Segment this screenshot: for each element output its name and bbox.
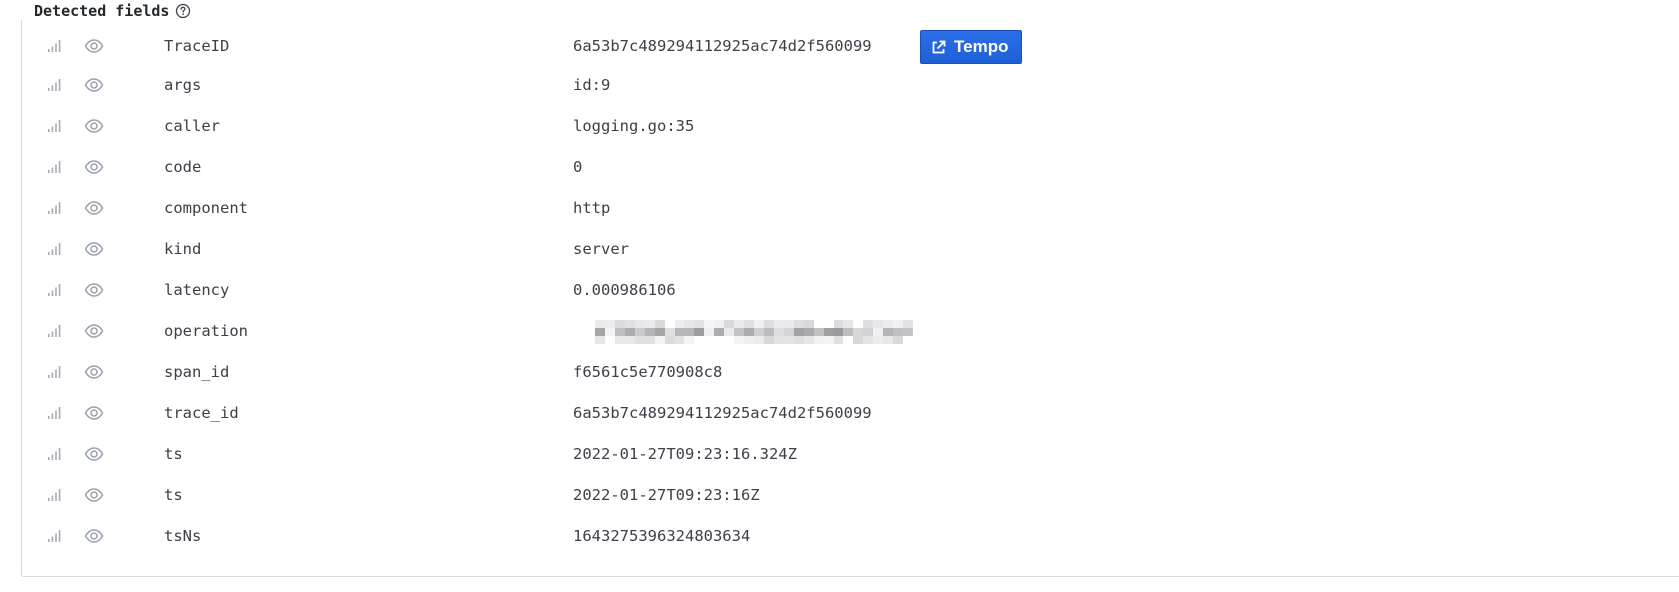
field-key: latency	[164, 281, 230, 299]
field-value: f6561c5e770908c8	[573, 363, 723, 381]
field-row: latency 0.000986106	[22, 270, 1672, 311]
field-row: ts 2022-01-27T09:23:16.324Z	[22, 434, 1672, 475]
field-row: code 0	[22, 147, 1672, 188]
eye-icon[interactable]	[84, 199, 104, 217]
eye-icon[interactable]	[84, 445, 104, 463]
field-row: ts 2022-01-27T09:23:16Z	[22, 475, 1672, 516]
field-key: code	[164, 158, 202, 176]
field-value: 6a53b7c489294112925ac74d2f560099	[573, 404, 872, 422]
eye-icon[interactable]	[84, 281, 104, 299]
redacted-value	[595, 320, 913, 344]
field-value: 1643275396324803634	[573, 527, 751, 545]
signal-bars-icon[interactable]	[47, 77, 63, 93]
field-value: id:9	[573, 76, 611, 94]
signal-bars-icon[interactable]	[47, 487, 63, 503]
field-value: server	[573, 240, 629, 258]
eye-icon[interactable]	[84, 322, 104, 340]
signal-bars-icon[interactable]	[47, 528, 63, 544]
field-row: kind server	[22, 229, 1672, 270]
field-value: logging.go:35	[573, 117, 695, 135]
signal-bars-icon[interactable]	[47, 38, 63, 54]
field-value: 0	[573, 158, 583, 176]
external-link-icon	[932, 40, 946, 53]
signal-bars-icon[interactable]	[47, 323, 63, 339]
field-value: 2022-01-27T09:23:16.324Z	[573, 445, 797, 463]
field-row: TraceID 6a53b7c489294112925ac74d2f560099…	[22, 26, 1672, 67]
field-row: component http	[22, 188, 1672, 229]
signal-bars-icon[interactable]	[47, 118, 63, 134]
signal-bars-icon[interactable]	[47, 282, 63, 298]
field-row: tsNs 1643275396324803634	[22, 516, 1672, 557]
field-value: 0.000986106	[573, 281, 676, 299]
eye-icon[interactable]	[84, 37, 104, 55]
field-key: args	[164, 76, 202, 94]
signal-bars-icon[interactable]	[47, 200, 63, 216]
field-key: caller	[164, 117, 220, 135]
tempo-link-label: Tempo	[954, 37, 1009, 56]
eye-icon[interactable]	[84, 527, 104, 545]
field-key: trace_id	[164, 404, 239, 422]
field-key: component	[164, 199, 248, 217]
field-row: trace_id 6a53b7c489294112925ac74d2f56009…	[22, 393, 1672, 434]
field-row: caller logging.go:35	[22, 106, 1672, 147]
field-key: operation	[164, 322, 248, 340]
field-key: span_id	[164, 363, 230, 381]
field-key: tsNs	[164, 527, 202, 545]
field-value: 2022-01-27T09:23:16Z	[573, 486, 760, 504]
eye-icon[interactable]	[84, 117, 104, 135]
eye-icon[interactable]	[84, 486, 104, 504]
signal-bars-icon[interactable]	[47, 159, 63, 175]
field-row: args id:9	[22, 65, 1672, 106]
signal-bars-icon[interactable]	[47, 241, 63, 257]
eye-icon[interactable]	[84, 240, 104, 258]
field-key: kind	[164, 240, 202, 258]
field-row: operation	[22, 311, 1672, 352]
signal-bars-icon[interactable]	[47, 446, 63, 462]
section-header: Detected fields	[34, 0, 191, 22]
eye-icon[interactable]	[84, 76, 104, 94]
tempo-link-button[interactable]: Tempo	[920, 30, 1023, 64]
field-value: 6a53b7c489294112925ac74d2f560099	[573, 37, 872, 55]
field-key: ts	[164, 486, 183, 504]
field-value: http	[573, 199, 611, 217]
section-title: Detected fields	[34, 2, 170, 20]
eye-icon[interactable]	[84, 404, 104, 422]
detected-fields-panel: TraceID 6a53b7c489294112925ac74d2f560099…	[21, 20, 1679, 577]
eye-icon[interactable]	[84, 363, 104, 381]
signal-bars-icon[interactable]	[47, 364, 63, 380]
field-key: ts	[164, 445, 183, 463]
help-circle-icon[interactable]	[175, 3, 191, 19]
signal-bars-icon[interactable]	[47, 405, 63, 421]
field-key: TraceID	[164, 37, 230, 55]
eye-icon[interactable]	[84, 158, 104, 176]
field-row: span_id f6561c5e770908c8	[22, 352, 1672, 393]
